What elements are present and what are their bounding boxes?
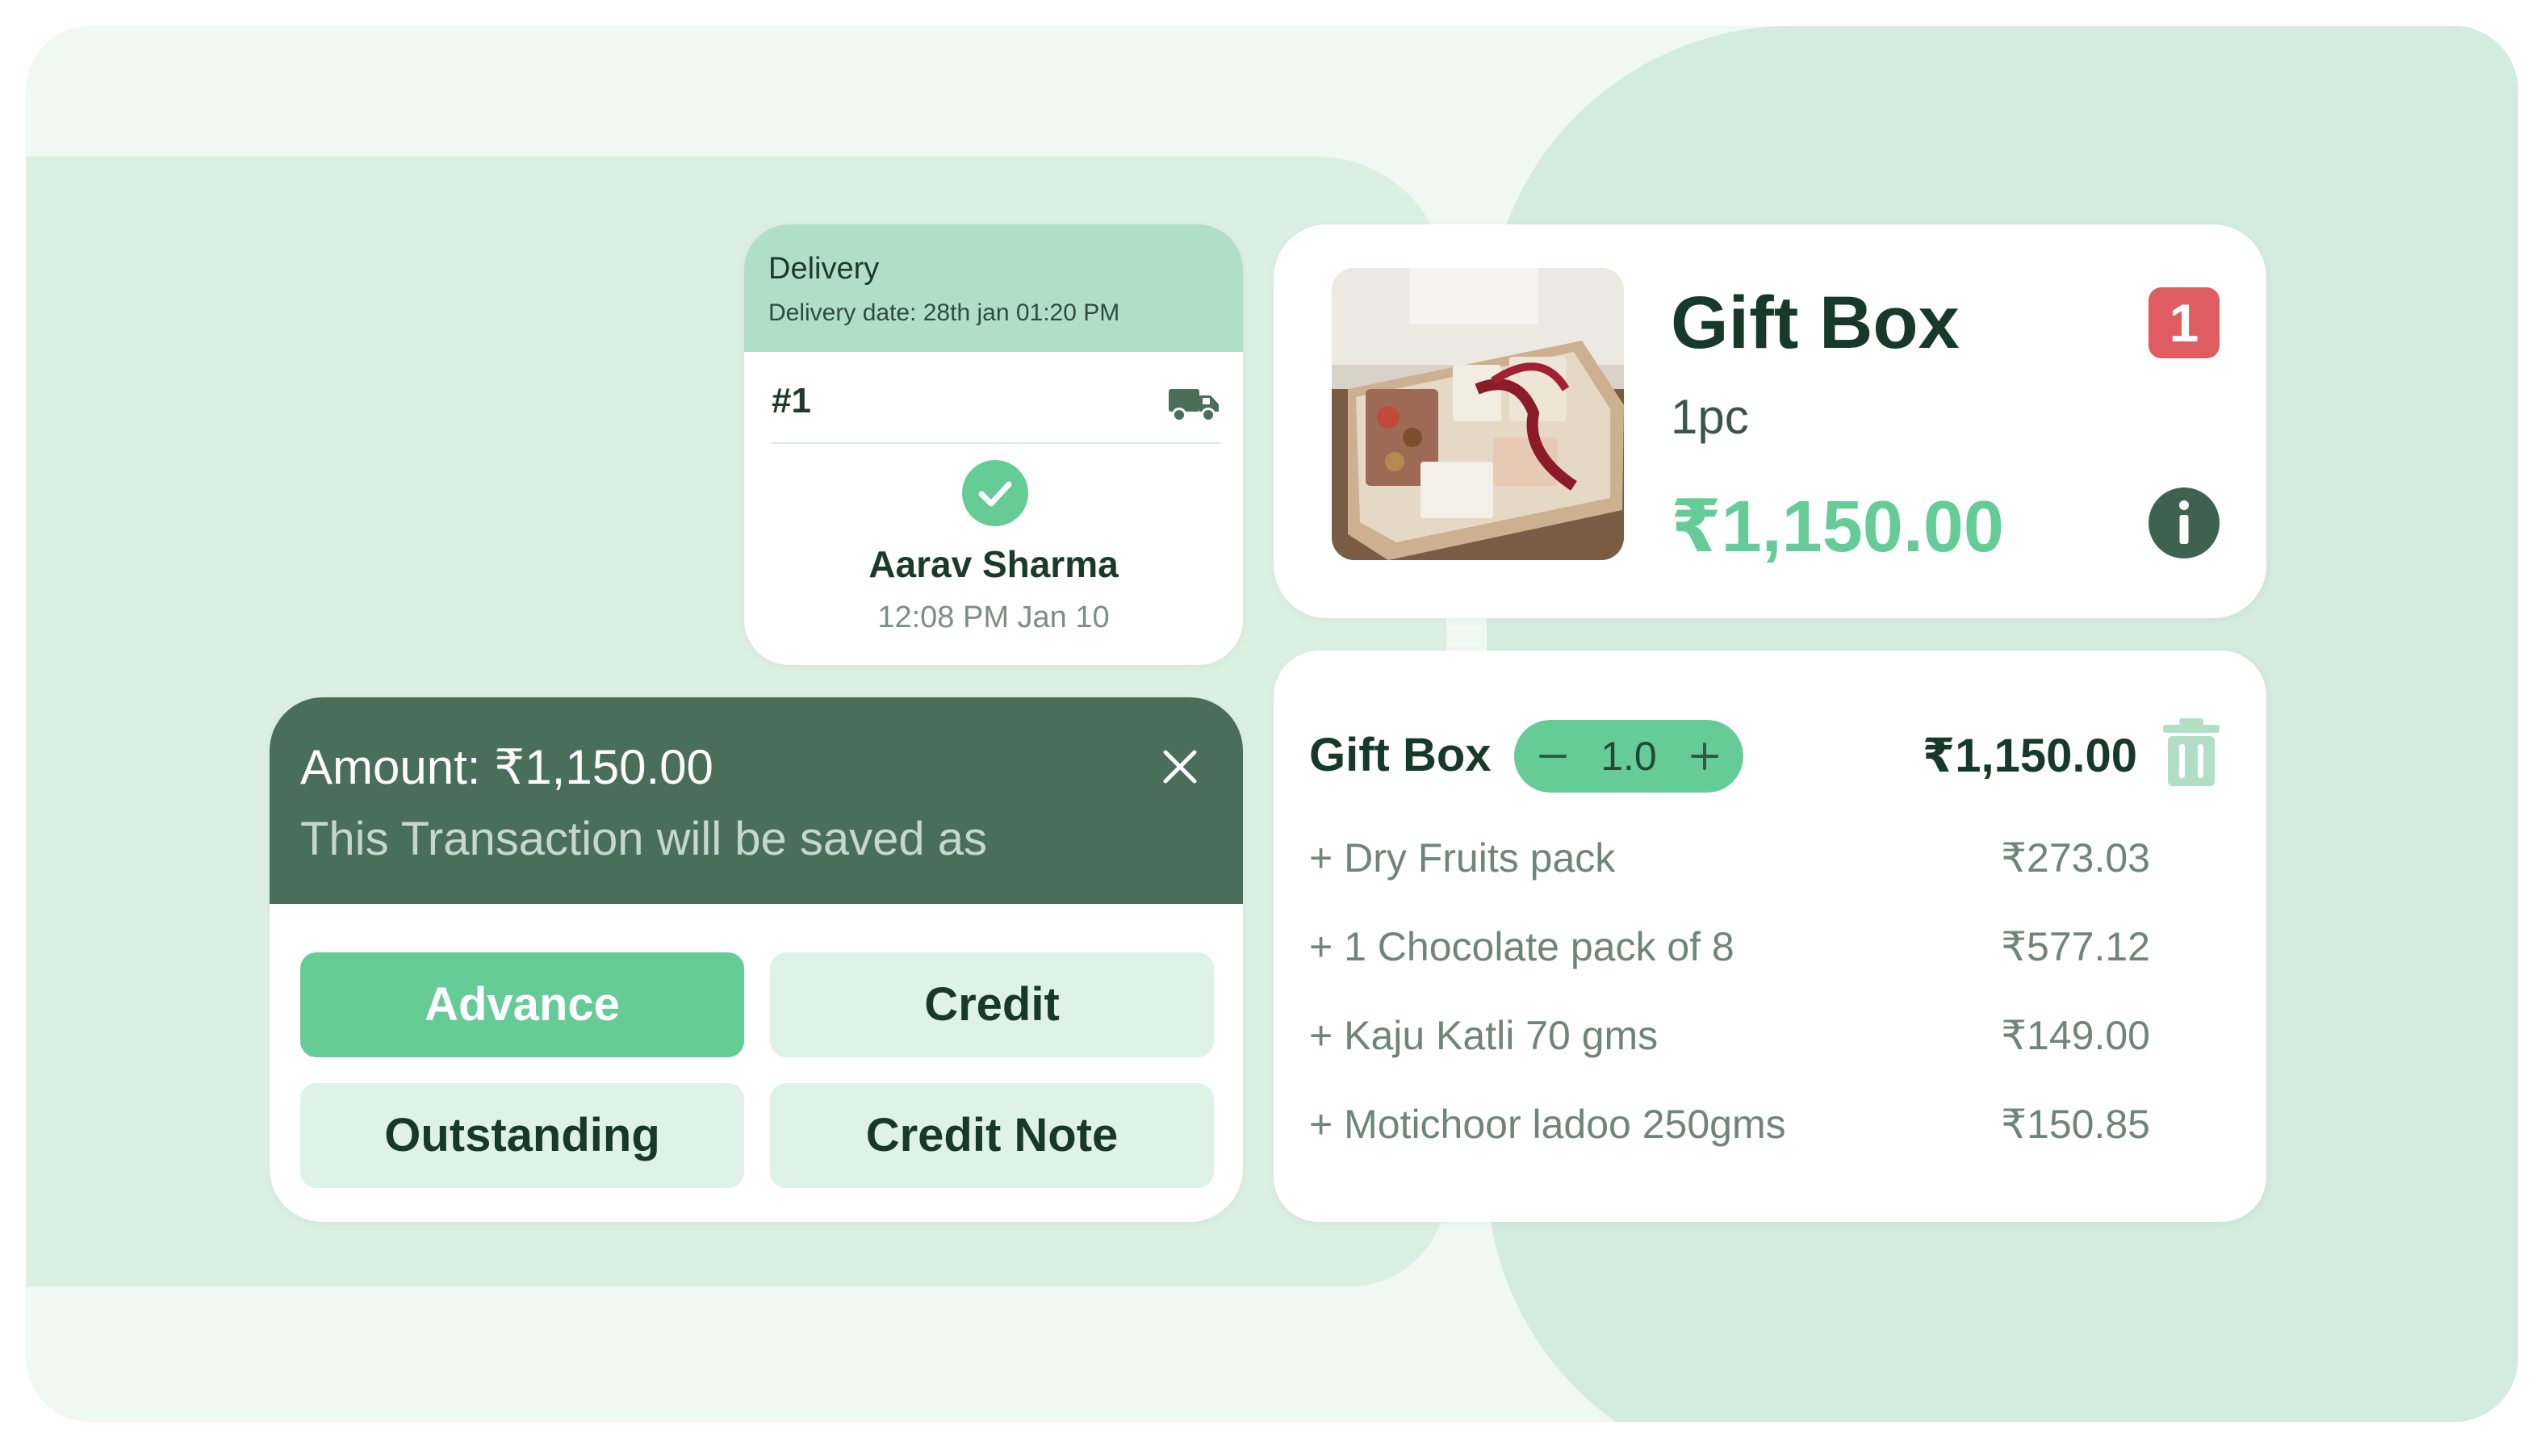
cart-item-price: ₹1,150.00 xyxy=(1922,730,2137,782)
cart-item-name: Gift Box xyxy=(1309,729,1492,781)
addon-price: ₹577.12 xyxy=(2001,924,2150,969)
delivery-title: Delivery xyxy=(768,252,880,286)
order-row: #1 xyxy=(772,352,1220,444)
addon-price: ₹273.03 xyxy=(2001,835,2150,881)
delivery-card[interactable]: Delivery Delivery date: 28th jan 01:20 P… xyxy=(744,224,1243,665)
check-circle-icon xyxy=(962,460,1028,526)
addon-price: ₹149.00 xyxy=(2001,1013,2150,1058)
item-count-badge: 1 xyxy=(2149,287,2220,358)
addon-name: + Dry Fruits pack xyxy=(1309,835,1616,881)
order-number: #1 xyxy=(772,381,811,420)
transaction-dialog: Amount: ₹1,150.00 This Transaction will … xyxy=(270,697,1243,1222)
advance-button[interactable]: Advance xyxy=(300,952,744,1057)
truck-icon xyxy=(1169,389,1219,422)
trash-icon[interactable] xyxy=(2163,718,2220,786)
credit-button[interactable]: Credit xyxy=(770,952,1214,1057)
close-icon[interactable] xyxy=(1156,743,1204,791)
dialog-subtitle: This Transaction will be saved as xyxy=(300,813,988,865)
info-icon[interactable] xyxy=(2149,487,2220,559)
delivery-date: Delivery date: 28th jan 01:20 PM xyxy=(768,299,1120,326)
product-price: ₹1,150.00 xyxy=(1671,487,2004,567)
dialog-amount: Amount: ₹1,150.00 xyxy=(300,740,713,794)
product-card[interactable]: Gift Box 1pc ₹1,150.00 1 xyxy=(1274,224,2266,618)
product-quantity: 1pc xyxy=(1671,390,1749,444)
addon-name: + 1 Chocolate pack of 8 xyxy=(1309,924,1734,969)
outstanding-button[interactable]: Outstanding xyxy=(300,1083,744,1188)
product-image xyxy=(1332,268,1624,560)
customer-name: Aarav Sharma xyxy=(868,543,1119,585)
addon-name: + Motichoor ladoo 250gms xyxy=(1309,1102,1786,1147)
cart-card: Gift Box 1.0 ₹1,150.00 + Dry Fruits pack… xyxy=(1274,651,2266,1222)
product-title: Gift Box xyxy=(1671,282,1960,364)
addon-row: + Dry Fruits pack ₹273.03 xyxy=(1309,835,2150,891)
addon-row: + Motichoor ladoo 250gms ₹150.85 xyxy=(1309,1101,2150,1157)
plus-icon[interactable] xyxy=(1680,720,1729,793)
delivery-timestamp: 12:08 PM Jan 10 xyxy=(877,600,1110,634)
addon-name: + Kaju Katli 70 gms xyxy=(1309,1013,1659,1058)
addon-price: ₹150.85 xyxy=(2001,1102,2150,1147)
delivery-header: Delivery Delivery date: 28th jan 01:20 P… xyxy=(744,224,1243,352)
credit-note-button[interactable]: Credit Note xyxy=(770,1083,1214,1188)
addon-row: + Kaju Katli 70 gms ₹149.00 xyxy=(1309,1012,2150,1069)
addon-row: + 1 Chocolate pack of 8 ₹577.12 xyxy=(1309,923,2150,980)
stepper-value: 1.0 xyxy=(1600,734,1657,779)
quantity-stepper[interactable]: 1.0 xyxy=(1514,720,1743,793)
dialog-header: Amount: ₹1,150.00 This Transaction will … xyxy=(270,697,1243,904)
minus-icon[interactable] xyxy=(1529,720,1577,793)
